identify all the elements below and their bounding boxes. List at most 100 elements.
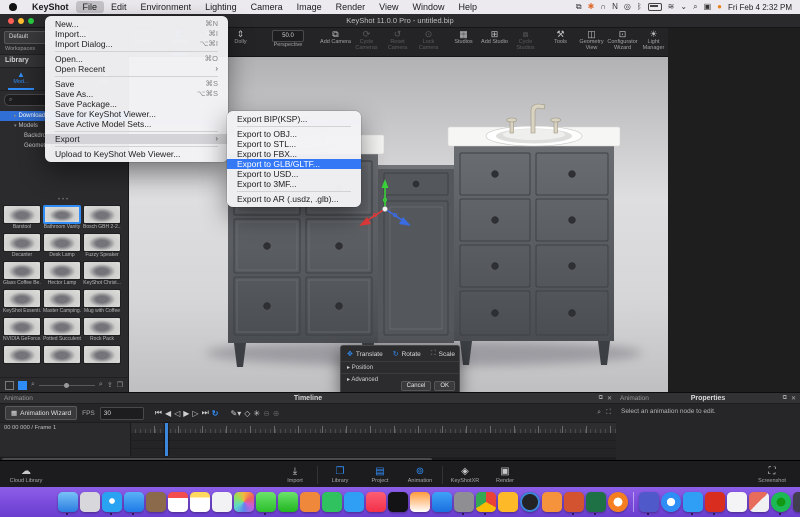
- color-app-status-icon[interactable]: ✱: [588, 3, 595, 11]
- import-button[interactable]: ⤓Import: [275, 466, 315, 484]
- toolbar-studios[interactable]: ▦Studios: [448, 27, 479, 56]
- render-button[interactable]: ▣Render: [485, 466, 525, 484]
- library-item[interactable]: Fuzzy Speaker: [83, 233, 121, 259]
- toolbar-reset-camera[interactable]: ↺Reset Camera: [382, 27, 413, 56]
- close-panel-icon[interactable]: ✕: [791, 395, 796, 402]
- toolbar-light-manager[interactable]: ☀Light Manager: [638, 27, 668, 56]
- spotify-dock-icon[interactable]: [771, 492, 791, 512]
- menu-item-export[interactable]: Export›: [45, 134, 228, 144]
- menu-item-export-stl[interactable]: Export to STL...: [227, 139, 361, 149]
- float-panel-icon[interactable]: ⧉: [783, 395, 787, 402]
- undo-key-button[interactable]: ⊖: [263, 409, 270, 418]
- menu-item-import[interactable]: Import...⌘I: [45, 29, 228, 39]
- self-service-dock-icon[interactable]: [749, 492, 769, 512]
- step-forward-button[interactable]: ▷: [192, 409, 198, 418]
- project-button[interactable]: ▤Project: [360, 466, 400, 484]
- close-panel-icon[interactable]: ✕: [607, 395, 612, 402]
- toolbar-geometry-view[interactable]: ◫Geometry View: [576, 27, 607, 56]
- toolbar-cycle-cameras[interactable]: ⟳Cycle Cameras: [351, 27, 382, 56]
- teams-dock-icon[interactable]: [639, 492, 659, 512]
- animation-wizard-button[interactable]: ▦Animation Wizard: [5, 406, 77, 420]
- library-item[interactable]: Master Camping...: [43, 289, 81, 315]
- powerpoint-dock-icon[interactable]: [564, 492, 584, 512]
- menubar-item-lighting[interactable]: Lighting: [198, 1, 244, 13]
- tasks-app-dock-icon[interactable]: [542, 492, 562, 512]
- reminders-dock-icon[interactable]: [212, 492, 232, 512]
- float-panel-icon[interactable]: ⧉: [599, 395, 603, 402]
- battery-icon[interactable]: [648, 3, 662, 11]
- list-view-icon[interactable]: [5, 381, 14, 390]
- menu-item-save-active-model-sets[interactable]: Save Active Model Sets...: [45, 119, 228, 129]
- toolbar-cycle-studios[interactable]: ⧇Cycle Studios: [510, 27, 541, 56]
- menu-item-export-ar[interactable]: Export to AR (.usdz, .glb)...: [227, 194, 361, 204]
- keyframe-pen-button[interactable]: ✎▾: [230, 409, 241, 418]
- library-button[interactable]: ❐Library: [320, 466, 360, 484]
- menu-item-upload-web-viewer[interactable]: Upload to KeyShot Web Viewer...: [45, 149, 228, 159]
- library-item[interactable]: Desk Lamp: [43, 233, 81, 259]
- library-tab-models[interactable]: ▲ Mod...: [0, 68, 42, 90]
- cloud-library-button[interactable]: ☁ Cloud Library: [6, 466, 46, 484]
- library-item[interactable]: Potted Succulent: [43, 317, 81, 343]
- app-store-dock-icon[interactable]: [432, 492, 452, 512]
- library-item[interactable]: Mug with Coffee: [83, 289, 121, 315]
- ok-button[interactable]: OK: [434, 381, 455, 391]
- translate-tab[interactable]: ✥Translate: [347, 350, 383, 358]
- timeline-zoom-fit-icon[interactable]: ⛶: [606, 409, 611, 417]
- system-settings-dock-icon[interactable]: [454, 492, 474, 512]
- menu-item-open[interactable]: Open...⌘O: [45, 54, 228, 64]
- notability-dock-icon[interactable]: [146, 492, 166, 512]
- design-app-dock-icon[interactable]: [727, 492, 747, 512]
- menu-item-export-fbx[interactable]: Export to FBX...: [227, 149, 361, 159]
- skip-start-button[interactable]: ⏮: [155, 408, 162, 418]
- toolbar-tools[interactable]: ⚒Tools: [545, 27, 576, 56]
- messages-dock-icon[interactable]: [256, 492, 276, 512]
- library-item[interactable]: [43, 345, 81, 364]
- library-item[interactable]: Glass Coffee Be...: [3, 261, 41, 287]
- fps-field[interactable]: 30: [100, 407, 144, 420]
- camera-app-dock-icon[interactable]: [520, 492, 540, 512]
- toolbar-add-camera[interactable]: ⧉Add Camera: [320, 27, 351, 56]
- library-item[interactable]: Barstool: [3, 205, 41, 231]
- finder-dock-icon[interactable]: [58, 492, 78, 512]
- rotate-tab[interactable]: ↻Rotate: [393, 350, 421, 358]
- library-item[interactable]: Decanter: [3, 233, 41, 259]
- toolbar-add-studio[interactable]: ⊞Add Studio: [479, 27, 510, 56]
- screen-mirroring-icon[interactable]: ⧉: [576, 3, 582, 11]
- chrome-dock-icon[interactable]: [476, 492, 496, 512]
- spotlight-icon[interactable]: ⌕: [693, 3, 697, 11]
- play-button[interactable]: ▶: [183, 409, 189, 418]
- apple-menu-icon[interactable]: [9, 3, 17, 11]
- playhead[interactable]: [165, 423, 168, 456]
- user-switch-icon[interactable]: ▣: [704, 3, 712, 11]
- menu-item-save-as[interactable]: Save As...⌥⌘S: [45, 89, 228, 99]
- sketch-dock-icon[interactable]: [498, 492, 518, 512]
- menubar-item-help[interactable]: Help: [452, 1, 485, 13]
- menubar-item-image[interactable]: Image: [290, 1, 329, 13]
- music-dock-icon[interactable]: [366, 492, 386, 512]
- numbers-dock-icon[interactable]: [322, 492, 342, 512]
- apple-tv-dock-icon[interactable]: [388, 492, 408, 512]
- import-folder-icon[interactable]: ❐: [117, 381, 123, 389]
- motion-ease-button[interactable]: ◇: [244, 409, 250, 418]
- menu-item-export-bip[interactable]: Export BIP(KSP)...: [227, 114, 361, 124]
- step-back-button[interactable]: ◀: [165, 409, 171, 418]
- acrobat-dock-icon[interactable]: [705, 492, 725, 512]
- menubar-item-view[interactable]: View: [372, 1, 405, 13]
- menubar-item-environment[interactable]: Environment: [134, 1, 199, 13]
- menu-item-export-glb-gltf[interactable]: Export to GLB/GLTF...: [227, 159, 361, 169]
- toolbar-lock-camera[interactable]: ⊙Lock Camera: [413, 27, 444, 56]
- safari-dock-icon[interactable]: [102, 492, 122, 512]
- library-item[interactable]: KeyShot Christ...: [83, 261, 121, 287]
- scale-tab[interactable]: ⛶Scale: [431, 350, 455, 358]
- notion-status-icon[interactable]: N: [612, 3, 618, 11]
- menubar-item-edit[interactable]: Edit: [104, 1, 134, 13]
- library-item-selected[interactable]: Bathroom Vanity: [43, 205, 81, 231]
- wifi-icon[interactable]: ≋: [668, 3, 675, 11]
- toolbar-perspective[interactable]: 50.0 Perspective: [260, 27, 316, 56]
- menu-item-new[interactable]: New...⌘N: [45, 19, 228, 29]
- play-back-button[interactable]: ◁: [174, 409, 180, 418]
- library-item[interactable]: Hector Lamp: [43, 261, 81, 287]
- timeline-track-area[interactable]: 00 00 000 / Frame 1: [0, 423, 616, 456]
- preview-dock-icon[interactable]: [300, 492, 320, 512]
- menu-item-export-usd[interactable]: Export to USD...: [227, 169, 361, 179]
